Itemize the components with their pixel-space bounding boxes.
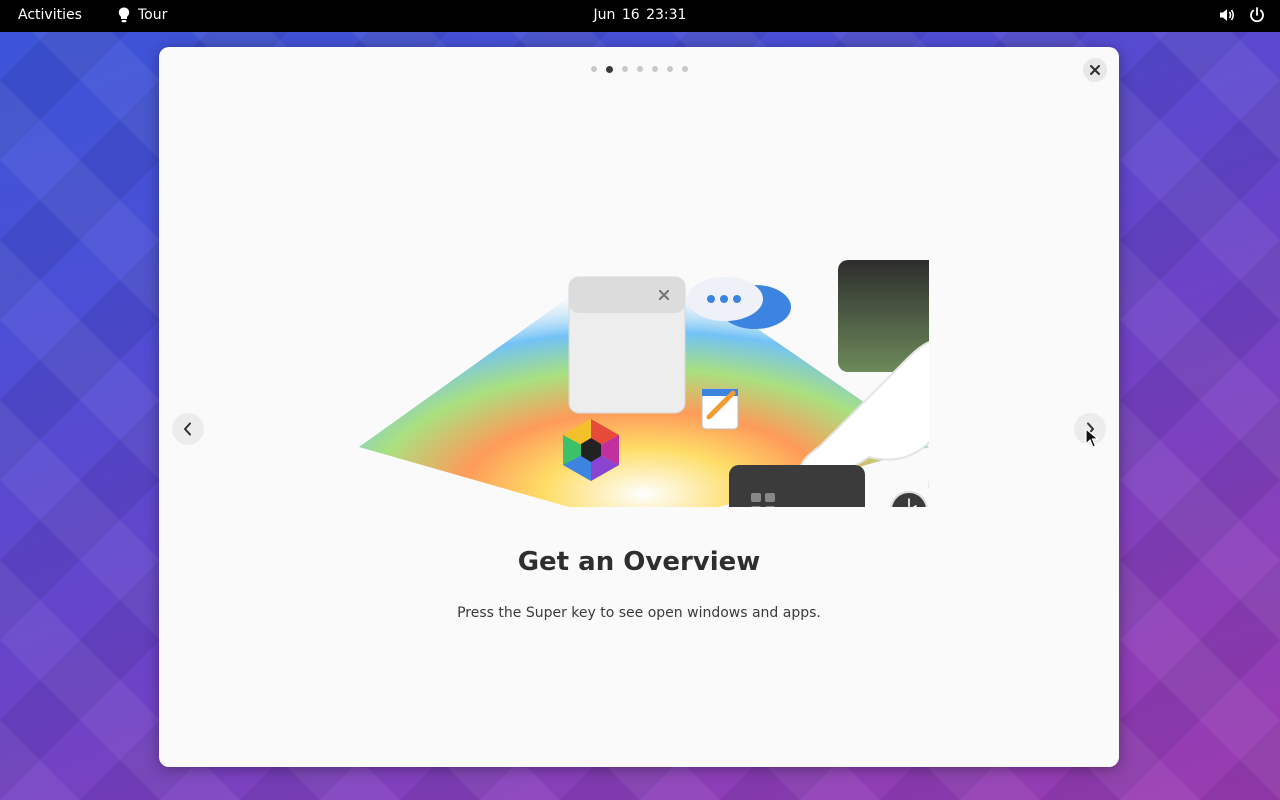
previous-page-button[interactable] — [172, 413, 204, 445]
chevron-left-icon — [184, 422, 191, 436]
light-window-icon — [568, 276, 686, 414]
mouse-cursor-icon — [1085, 428, 1099, 448]
page-dot[interactable] — [651, 66, 658, 72]
page-dot[interactable] — [590, 66, 597, 72]
page-dot[interactable] — [666, 66, 673, 72]
volume-icon[interactable] — [1218, 6, 1236, 24]
page-subtitle: Press the Super key to see open windows … — [457, 605, 821, 621]
top-bar: Activities Tour Jun 16 23:31 — [0, 0, 1280, 32]
tour-dialog: Get an Overview Press the Super key to s… — [159, 47, 1119, 767]
text-editor-icon — [701, 388, 739, 430]
close-icon — [1090, 65, 1100, 75]
status-area[interactable] — [1218, 6, 1266, 24]
page-dot[interactable] — [636, 66, 643, 72]
clock-icon — [890, 491, 928, 507]
overview-illustration — [359, 247, 929, 507]
close-button[interactable] — [1083, 58, 1107, 82]
page-indicator — [159, 65, 1119, 73]
page-dot[interactable] — [605, 65, 613, 73]
page-title: Get an Overview — [517, 547, 761, 577]
clock[interactable]: Jun 16 23:31 — [0, 7, 1280, 23]
power-icon[interactable] — [1248, 6, 1266, 24]
page-dot[interactable] — [681, 66, 688, 72]
page-dot[interactable] — [621, 66, 628, 72]
app-grid-key — [729, 465, 865, 507]
